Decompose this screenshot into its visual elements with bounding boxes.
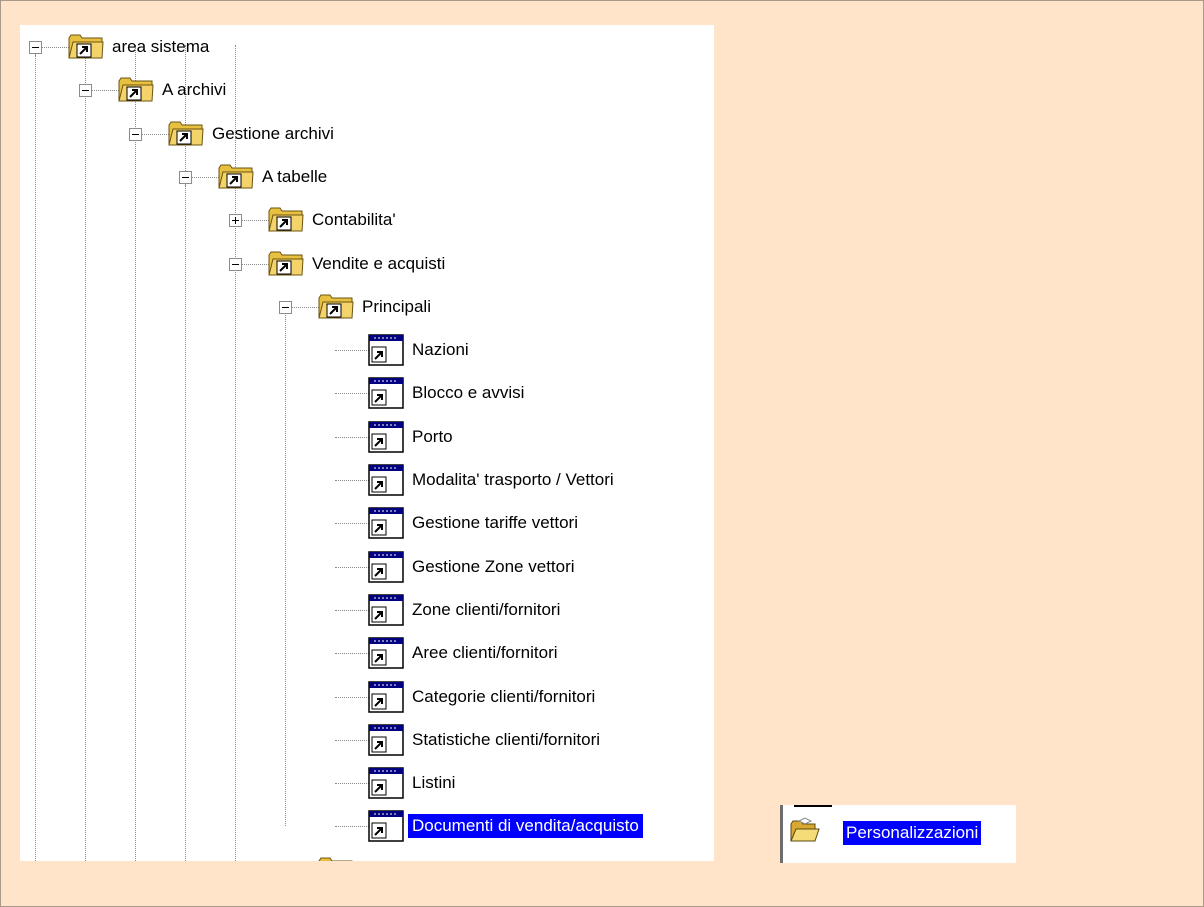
tree-item-categorie-clienti-fornitori[interactable]: Categorie clienti/fornitori	[412, 685, 595, 709]
tree-item-contabilita[interactable]: Contabilita'	[312, 208, 396, 232]
tree-connector	[335, 653, 369, 654]
tree-connector	[242, 264, 269, 265]
tree-connector	[335, 697, 369, 698]
window-shortcut-icon	[368, 724, 404, 761]
folder-shortcut-icon	[218, 162, 254, 195]
window-shortcut-icon	[368, 767, 404, 804]
side-panel-item-personalizzazioni[interactable]: Personalizzazioni	[843, 821, 982, 845]
tree-item-aree-clienti-fornitori[interactable]: Aree clienti/fornitori	[412, 641, 558, 665]
folder-shortcut-icon	[68, 32, 104, 65]
tree-item-zone-clienti-fornitori[interactable]: Zone clienti/fornitori	[412, 598, 560, 622]
collapse-button-a-archivi[interactable]	[79, 84, 92, 97]
tree-item-gestione-zone-vettori[interactable]: Gestione Zone vettori	[412, 555, 575, 579]
tree-connector	[335, 523, 369, 524]
window-shortcut-icon	[368, 594, 404, 631]
tree-guide-line	[285, 315, 286, 826]
side-panel-divider	[780, 805, 783, 863]
tree-connector	[335, 740, 369, 741]
expand-button-contabilita[interactable]	[229, 214, 242, 227]
tree-connector	[192, 177, 219, 178]
collapse-button-a-tabelle[interactable]	[179, 171, 192, 184]
tree-connector	[242, 220, 269, 221]
tree-connector	[92, 90, 119, 91]
tree-item-vendite-e-acquisti[interactable]: Vendite e acquisti	[312, 252, 445, 276]
tree-item-area-sistema[interactable]: area sistema	[112, 35, 209, 59]
page-frame: area sistema A archivi Gestione archivi A t…	[0, 0, 1204, 907]
tree-item-gestione-archivi[interactable]: Gestione archivi	[212, 122, 334, 146]
tree-guide-line	[135, 45, 136, 861]
tree-connector	[335, 610, 369, 611]
folder-shortcut-icon	[168, 119, 204, 152]
tree-item-a-tabelle[interactable]: A tabelle	[262, 165, 327, 189]
tree-connector	[292, 307, 319, 308]
tree-connector	[42, 47, 69, 48]
tree-item-modalita-trasporto-vettori[interactable]: Modalita' trasporto / Vettori	[412, 468, 614, 492]
side-panel: Personalizzazioni	[780, 805, 1016, 863]
tree-connector	[335, 480, 369, 481]
folder-shortcut-icon	[318, 855, 354, 861]
tree-item-gestione-tariffe-vettori[interactable]: Gestione tariffe vettori	[412, 511, 578, 535]
tree-item-principali[interactable]: Principali	[362, 295, 431, 319]
folder-shortcut-icon	[268, 249, 304, 282]
tree-connector	[142, 134, 169, 135]
collapse-button-gestione-archivi[interactable]	[129, 128, 142, 141]
tree-view[interactable]: area sistema A archivi Gestione archivi A t…	[20, 25, 714, 861]
tree-connector	[335, 393, 369, 394]
collapse-button-vendite-e-acquisti[interactable]	[229, 258, 242, 271]
window-shortcut-icon	[368, 810, 404, 847]
side-panel-top-line	[794, 805, 832, 807]
window-shortcut-icon	[368, 681, 404, 718]
tree-item-documenti-di-vendita-acquisto[interactable]: Documenti di vendita/acquisto	[408, 814, 643, 838]
window-shortcut-icon	[368, 377, 404, 414]
tree-item-a-archivi[interactable]: A archivi	[162, 78, 226, 102]
tree-connector	[335, 437, 369, 438]
collapse-button-principali[interactable]	[279, 301, 292, 314]
folder-shortcut-icon	[118, 75, 154, 108]
folder-shortcut-icon	[318, 292, 354, 325]
tree-item-statistiche-clienti-fornitori[interactable]: Statistiche clienti/fornitori	[412, 728, 600, 752]
tree-item-nazioni[interactable]: Nazioni	[412, 338, 469, 362]
window-shortcut-icon	[368, 637, 404, 674]
collapse-button-area-sistema[interactable]	[29, 41, 42, 54]
tree-connector	[335, 783, 369, 784]
folder-shortcut-icon	[268, 205, 304, 238]
tree-connector	[335, 826, 369, 827]
tree-guide-line	[85, 45, 86, 861]
tree-connector	[335, 567, 369, 568]
tree-item-blocco-e-avvisi[interactable]: Blocco e avvisi	[412, 381, 524, 405]
window-shortcut-icon	[368, 551, 404, 588]
window-shortcut-icon	[368, 507, 404, 544]
tree-guide-line	[35, 45, 36, 861]
window-shortcut-icon	[368, 421, 404, 458]
tree-connector	[335, 350, 369, 351]
window-shortcut-icon	[368, 464, 404, 501]
window-shortcut-icon	[368, 334, 404, 371]
tree-guide-line	[185, 45, 186, 861]
tree-item-porto[interactable]: Porto	[412, 425, 453, 449]
open-folder-icon	[790, 817, 820, 848]
tree-item-listini[interactable]: Listini	[412, 771, 455, 795]
